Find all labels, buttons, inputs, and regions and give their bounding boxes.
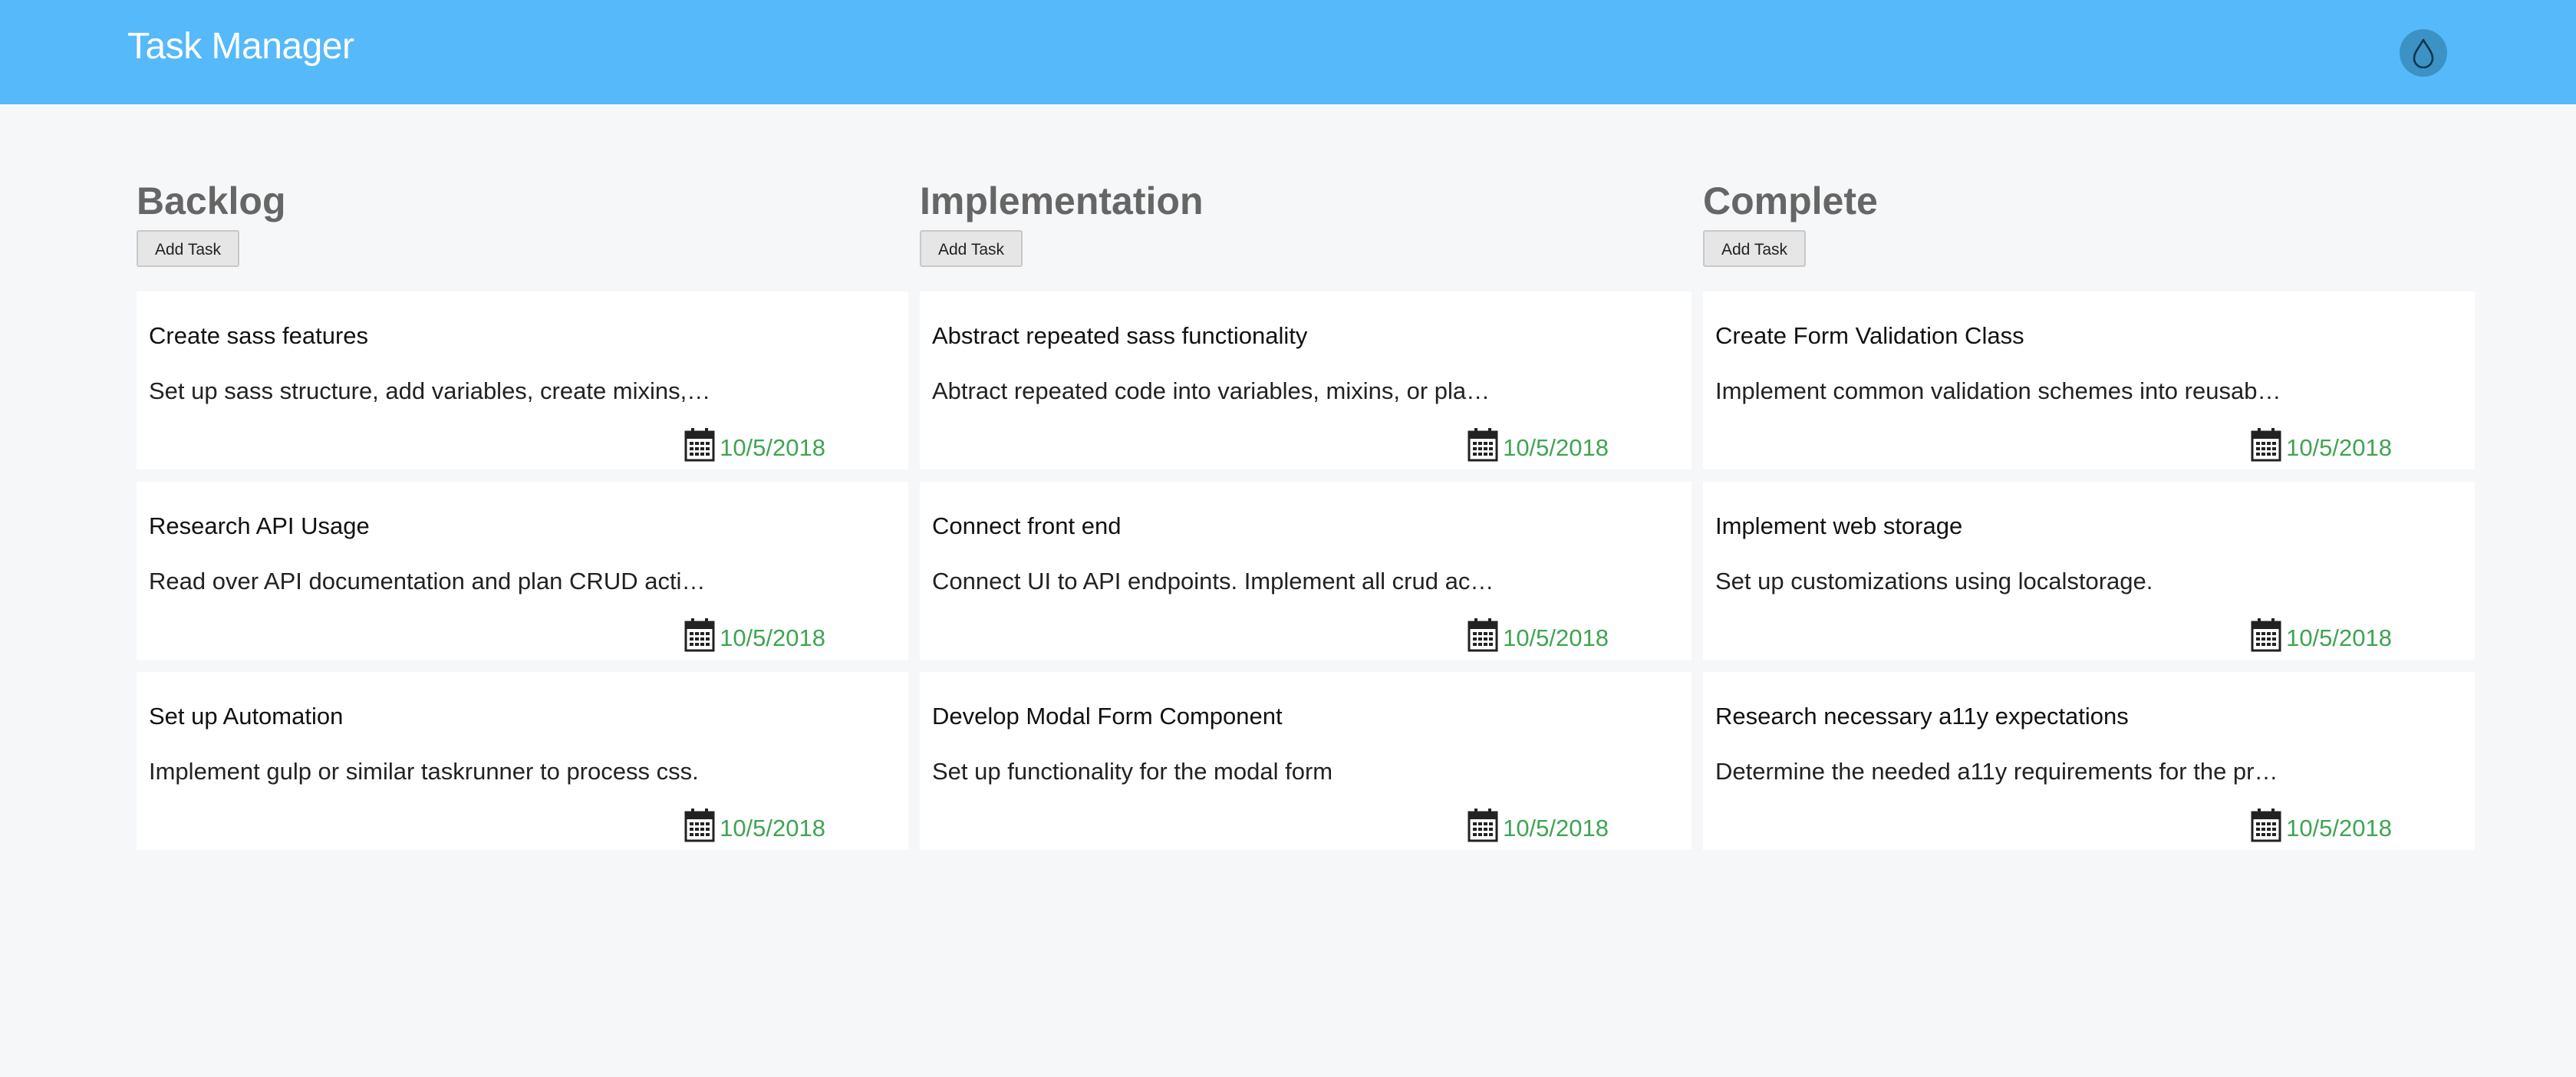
column-implementation: Implementation Add Task Abstract repeate… xyxy=(920,175,1692,850)
task-card[interactable]: Implement web storage Set up customizati… xyxy=(1703,482,2475,660)
task-date-text: 10/5/2018 xyxy=(2286,434,2392,461)
calendar-icon xyxy=(2251,428,2281,462)
add-task-button[interactable]: Add Task xyxy=(920,230,1023,267)
calendar-icon xyxy=(2251,809,2281,842)
calendar-icon xyxy=(684,809,715,842)
task-date-text: 10/5/2018 xyxy=(720,434,825,461)
task-title: Create Form Validation Class xyxy=(1715,322,2024,349)
column-complete: Complete Add Task Create Form Validation… xyxy=(1703,175,2475,850)
task-date-text: 10/5/2018 xyxy=(2286,624,2392,651)
task-due-date: 10/5/2018 xyxy=(684,809,825,842)
task-due-date: 10/5/2018 xyxy=(1468,809,1609,842)
calendar-icon xyxy=(684,618,715,652)
task-date-text: 10/5/2018 xyxy=(2286,815,2392,842)
task-card[interactable]: Develop Modal Form Component Set up func… xyxy=(920,672,1692,850)
task-date-text: 10/5/2018 xyxy=(1503,434,1609,461)
task-description: Implement common validation schemes into… xyxy=(1715,377,2283,404)
task-description: Connect UI to API endpoints. Implement a… xyxy=(932,568,1500,594)
task-due-date: 10/5/2018 xyxy=(1468,618,1609,652)
task-description: Implement gulp or similar taskrunner to … xyxy=(149,758,699,785)
task-due-date: 10/5/2018 xyxy=(2251,809,2392,842)
task-description: Determine the needed a11y requirements f… xyxy=(1715,758,2283,785)
task-card[interactable]: Abstract repeated sass functionality Abt… xyxy=(920,291,1692,469)
calendar-icon xyxy=(684,428,715,462)
calendar-icon xyxy=(1468,618,1498,652)
task-description: Read over API documentation and plan CRU… xyxy=(149,568,716,594)
task-title: Abstract repeated sass functionality xyxy=(932,322,1308,349)
task-card[interactable]: Research necessary a11y expectations Det… xyxy=(1703,672,2475,850)
calendar-icon xyxy=(1468,428,1498,462)
task-card[interactable]: Set up Automation Implement gulp or simi… xyxy=(137,672,908,850)
column-title: Implementation xyxy=(920,180,1204,222)
add-task-button[interactable]: Add Task xyxy=(1703,230,1806,267)
task-description: Set up customizations using localstorage… xyxy=(1715,568,2153,594)
task-card[interactable]: Connect front end Connect UI to API endp… xyxy=(920,482,1692,660)
droplet-icon xyxy=(2413,38,2434,68)
task-title: Set up Automation xyxy=(149,703,344,730)
column-title: Complete xyxy=(1703,180,1878,222)
calendar-icon xyxy=(1468,809,1498,842)
calendar-icon xyxy=(2251,618,2281,652)
task-card[interactable]: Create Form Validation Class Implement c… xyxy=(1703,291,2475,469)
task-title: Research necessary a11y expectations xyxy=(1715,703,2129,730)
task-title: Connect front end xyxy=(932,512,1122,539)
task-description: Set up sass structure, add variables, cr… xyxy=(149,377,716,404)
task-list: Create sass features Set up sass structu… xyxy=(137,291,908,862)
task-due-date: 10/5/2018 xyxy=(1468,428,1609,462)
task-title: Create sass features xyxy=(149,322,369,349)
task-description: Abtract repeated code into variables, mi… xyxy=(932,377,1500,404)
app-title: Task Manager xyxy=(127,26,354,67)
task-title: Develop Modal Form Component xyxy=(932,703,1283,730)
task-title: Implement web storage xyxy=(1715,512,1963,539)
task-due-date: 10/5/2018 xyxy=(684,618,825,652)
task-description: Set up functionality for the modal form xyxy=(932,758,1333,785)
column-backlog: Backlog Add Task Create sass features Se… xyxy=(137,175,908,850)
column-title: Backlog xyxy=(137,180,286,222)
task-card[interactable]: Create sass features Set up sass structu… xyxy=(137,291,908,469)
add-task-button[interactable]: Add Task xyxy=(137,230,239,267)
app-header: Task Manager xyxy=(0,0,2576,104)
task-due-date: 10/5/2018 xyxy=(2251,428,2392,462)
task-list: Create Form Validation Class Implement c… xyxy=(1703,291,2475,862)
theme-toggle-button[interactable] xyxy=(2400,29,2447,77)
task-date-text: 10/5/2018 xyxy=(1503,624,1609,651)
task-card[interactable]: Research API Usage Read over API documen… xyxy=(137,482,908,660)
task-date-text: 10/5/2018 xyxy=(1503,815,1609,842)
task-due-date: 10/5/2018 xyxy=(684,428,825,462)
task-date-text: 10/5/2018 xyxy=(720,815,825,842)
task-due-date: 10/5/2018 xyxy=(2251,618,2392,652)
task-list: Abstract repeated sass functionality Abt… xyxy=(920,291,1692,862)
task-title: Research API Usage xyxy=(149,512,370,539)
task-date-text: 10/5/2018 xyxy=(720,624,825,651)
